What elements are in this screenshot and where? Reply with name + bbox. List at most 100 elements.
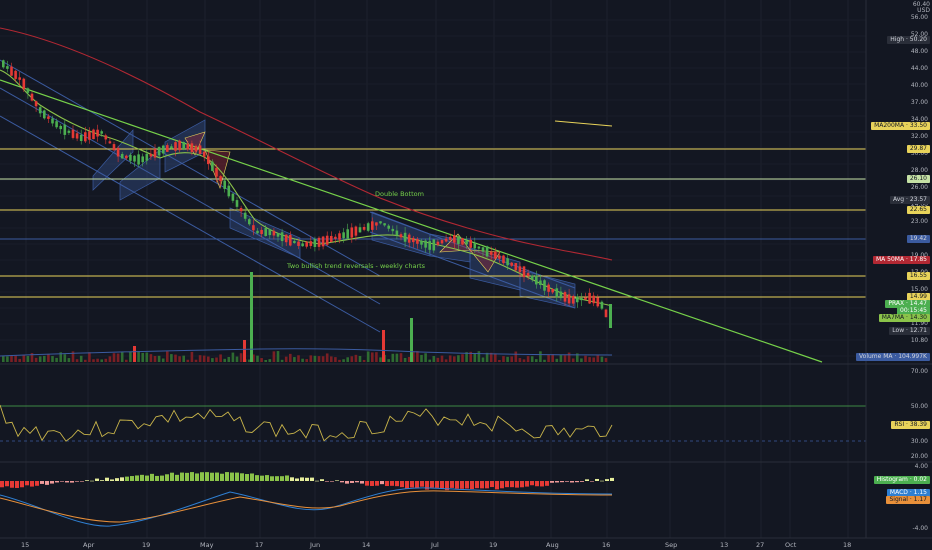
- histogram-bar: [120, 477, 124, 481]
- volume-bar: [321, 356, 325, 362]
- candle-body: [338, 233, 341, 240]
- histogram-bar: [300, 477, 304, 481]
- histogram-bar: [285, 475, 289, 481]
- candle-body: [547, 284, 550, 292]
- volume-bar: [2, 356, 5, 362]
- volume-bar: [231, 352, 235, 362]
- candle-body: [494, 251, 497, 259]
- candle-body: [440, 240, 444, 244]
- candle-body: [84, 132, 87, 142]
- volume-bar: [387, 359, 390, 362]
- candle-body: [539, 280, 542, 285]
- histogram-bar: [330, 481, 334, 482]
- histogram-bar: [210, 472, 214, 481]
- volume-spike: [410, 318, 413, 362]
- volume-bar: [43, 355, 46, 362]
- volume-bar: [96, 358, 99, 362]
- histogram-bar: [30, 481, 34, 487]
- candle-body: [59, 125, 62, 130]
- candle-body: [26, 88, 30, 93]
- histogram-bar: [465, 481, 469, 489]
- candle-body: [436, 241, 440, 246]
- candle-body: [18, 77, 21, 80]
- price-label: High · 50.20: [887, 36, 930, 44]
- candle-body: [14, 70, 17, 79]
- histogram-bar: [240, 473, 244, 481]
- date-tick: Apr: [83, 541, 95, 549]
- histogram-bar: [470, 481, 474, 490]
- price-tick: 28.00: [910, 167, 928, 174]
- candle-body: [325, 235, 329, 245]
- candle-body: [526, 273, 530, 277]
- volume-bar: [186, 359, 190, 362]
- volume-bar: [153, 356, 157, 362]
- volume-bar: [129, 351, 132, 362]
- volume-bar: [350, 356, 354, 362]
- histogram-bar: [580, 481, 584, 482]
- histogram-bar: [590, 481, 594, 482]
- price-tick: 10.80: [910, 337, 928, 344]
- histogram-bar: [60, 481, 64, 482]
- volume-bar: [346, 357, 349, 362]
- volume-bar: [510, 356, 513, 362]
- volume-bar: [338, 359, 341, 362]
- volume-bar: [436, 357, 440, 362]
- histogram-bar: [390, 481, 394, 486]
- macd-tick: 4.00: [914, 463, 928, 470]
- candle-body: [522, 266, 526, 278]
- volume-bar: [428, 359, 431, 362]
- volume-bar: [420, 354, 423, 362]
- price-tick: 15.00: [910, 286, 928, 293]
- volume-bar: [194, 359, 198, 362]
- candle-body: [518, 266, 522, 272]
- candle-body: [235, 200, 239, 207]
- volume-bar: [502, 356, 505, 362]
- candle-body: [571, 296, 575, 304]
- histogram-bar: [440, 481, 444, 489]
- histogram-bar: [40, 481, 44, 484]
- candle-body: [178, 140, 181, 151]
- candle-body: [116, 147, 120, 157]
- histogram-bar: [45, 481, 49, 485]
- volume-bar: [366, 351, 370, 362]
- price-label: 22.65: [906, 206, 930, 214]
- volume-bar: [588, 357, 591, 362]
- date-tick: 19: [142, 541, 151, 549]
- date-tick: 15: [21, 541, 30, 549]
- histogram-bar: [375, 481, 379, 486]
- candle-body: [502, 255, 505, 264]
- candle-body: [506, 258, 509, 266]
- histogram-bar: [185, 472, 189, 481]
- candle-body: [6, 66, 9, 69]
- histogram-bar: [110, 479, 114, 481]
- histogram-bar: [310, 477, 314, 481]
- histogram-bar: [220, 473, 224, 481]
- volume-bar: [202, 355, 206, 362]
- volume-bar: [592, 357, 595, 362]
- candle-body: [592, 295, 595, 304]
- candle-body: [330, 235, 333, 243]
- histogram-bar: [235, 472, 239, 481]
- price-chart-canvas[interactable]: [0, 0, 932, 550]
- price-label: MA 50MA · 17.85: [872, 256, 930, 264]
- volume-bar: [317, 356, 321, 362]
- candle-body: [481, 247, 485, 252]
- volume-bar: [539, 351, 542, 362]
- volume-bar: [104, 358, 108, 362]
- candle-body: [202, 151, 206, 157]
- histogram-bar: [335, 480, 339, 481]
- histogram-bar: [525, 481, 529, 487]
- volume-bar: [461, 354, 464, 362]
- histogram-bar: [280, 476, 284, 481]
- candle-body: [407, 234, 411, 243]
- volume-bar: [477, 351, 481, 362]
- volume-bar: [526, 356, 530, 362]
- candle-body: [485, 246, 489, 257]
- candle-body: [129, 154, 132, 161]
- histogram-bar: [420, 481, 424, 487]
- candle-body: [190, 143, 194, 152]
- volume-bar: [125, 359, 128, 362]
- histogram-bar: [325, 481, 329, 482]
- candle-body: [600, 301, 604, 309]
- price-tick: 48.00: [910, 48, 928, 55]
